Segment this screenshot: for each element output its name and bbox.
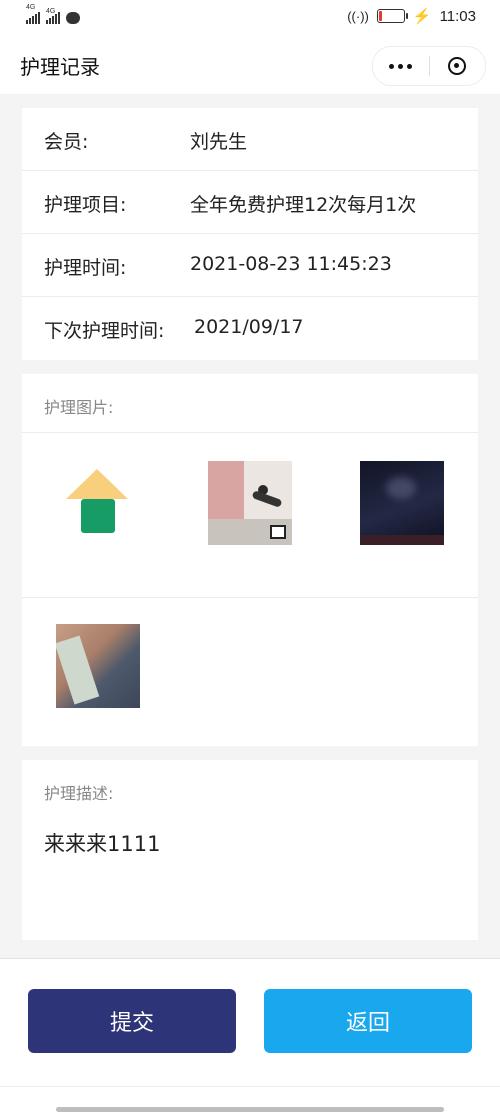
- more-menu-button[interactable]: [373, 63, 429, 69]
- next-time-value: 2021/09/17: [194, 316, 304, 338]
- yoga-photo-thumbnail[interactable]: [208, 461, 292, 545]
- time-value: 2021-08-23 11:45:23: [190, 253, 392, 275]
- chat-bubble-icon: [66, 12, 80, 24]
- image-row: [22, 596, 478, 746]
- submit-button[interactable]: 提交: [28, 989, 236, 1053]
- next-time-label: 下次护理时间:: [44, 320, 165, 342]
- hotspot-icon: ((·)): [347, 8, 369, 24]
- qr-code-icon: [270, 525, 286, 539]
- member-value: 刘先生: [190, 131, 248, 153]
- network-type-1: 4G: [26, 4, 36, 11]
- images-title: 护理图片:: [44, 398, 114, 417]
- item-row: 护理项目: 全年免费护理12次每月1次: [22, 171, 478, 234]
- member-row: 会员: 刘先生: [22, 108, 478, 171]
- time-label: 护理时间:: [44, 257, 127, 279]
- mini-program-capsule: [372, 46, 486, 86]
- page-title: 护理记录: [20, 55, 100, 79]
- record-info-card: 会员: 刘先生 护理项目: 全年免费护理12次每月1次 护理时间: 2021-0…: [22, 108, 478, 360]
- house-placeholder-icon[interactable]: [56, 463, 140, 547]
- clock: 11:03: [439, 7, 476, 25]
- status-bar: 4G 4G ((·)) ⚡ 11:03: [0, 0, 500, 36]
- next-time-row: 下次护理时间: 2021/09/17: [22, 297, 478, 360]
- network-type-2: 4G: [46, 8, 56, 15]
- back-button[interactable]: 返回: [264, 989, 472, 1053]
- nav-header: 护理记录: [0, 36, 500, 94]
- signal-indicators: 4G 4G: [26, 4, 80, 24]
- signal-icon-2: 4G: [46, 8, 60, 24]
- action-footer: 提交 返回: [0, 958, 500, 1087]
- home-indicator-area: [0, 1086, 500, 1112]
- time-row: 护理时间: 2021-08-23 11:45:23: [22, 234, 478, 297]
- description-text: 来来来1111: [44, 832, 161, 856]
- item-label: 护理项目:: [44, 194, 127, 216]
- status-right: ((·)) ⚡ 11:03: [347, 7, 476, 26]
- images-card: 护理图片:: [22, 374, 478, 746]
- personal-photo-thumbnail[interactable]: [56, 624, 140, 708]
- description-title: 护理描述:: [44, 784, 114, 803]
- image-row: [22, 432, 478, 598]
- battery-icon: [376, 9, 408, 23]
- description-card: 护理描述: 来来来1111: [22, 760, 478, 940]
- item-value: 全年免费护理12次每月1次: [190, 194, 417, 216]
- home-indicator[interactable]: [56, 1107, 444, 1112]
- close-button[interactable]: [429, 57, 485, 75]
- charging-icon: ⚡: [412, 8, 432, 25]
- member-label: 会员:: [44, 131, 89, 153]
- dark-photo-thumbnail[interactable]: [360, 461, 444, 545]
- signal-icon: 4G: [26, 4, 40, 24]
- close-target-icon: [448, 57, 467, 75]
